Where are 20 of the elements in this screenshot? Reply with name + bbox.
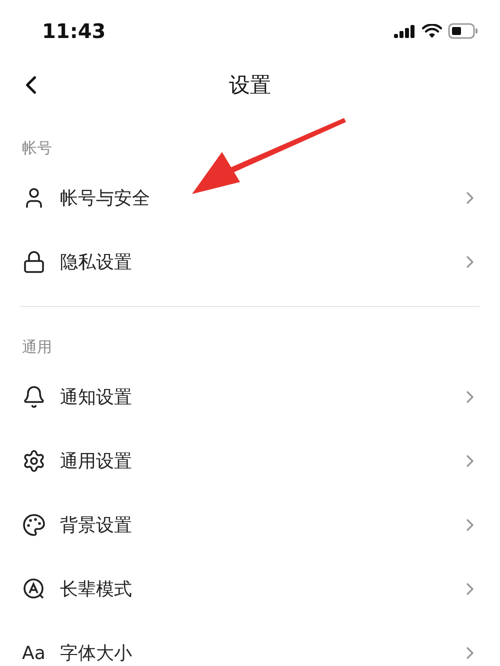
font-size-icon: Aa: [22, 642, 46, 664]
settings-row[interactable]: 背景设置: [0, 493, 500, 557]
settings-icon: [22, 449, 46, 473]
section-header: 通用: [22, 338, 52, 356]
settings-row[interactable]: 隐私设置: [0, 230, 500, 294]
settings-row[interactable]: 帐号与安全: [0, 166, 500, 230]
page-title: 设置: [229, 72, 271, 99]
settings-row[interactable]: 通知设置: [0, 365, 500, 429]
section-header: 帐号: [22, 139, 52, 157]
bell-icon: [22, 385, 46, 409]
palette-icon: [22, 513, 46, 537]
settings-row[interactable]: 通用设置: [0, 429, 500, 493]
settings-row[interactable]: 长辈模式: [0, 557, 500, 621]
settings-row[interactable]: Aa 字体大小: [0, 621, 500, 666]
status-time: 11:43: [42, 19, 106, 43]
battery-icon: [448, 23, 478, 39]
signal-icon: [394, 24, 416, 38]
wifi-icon: [422, 24, 442, 38]
letter-circle-icon: [22, 577, 46, 601]
lock-icon: [22, 250, 46, 274]
